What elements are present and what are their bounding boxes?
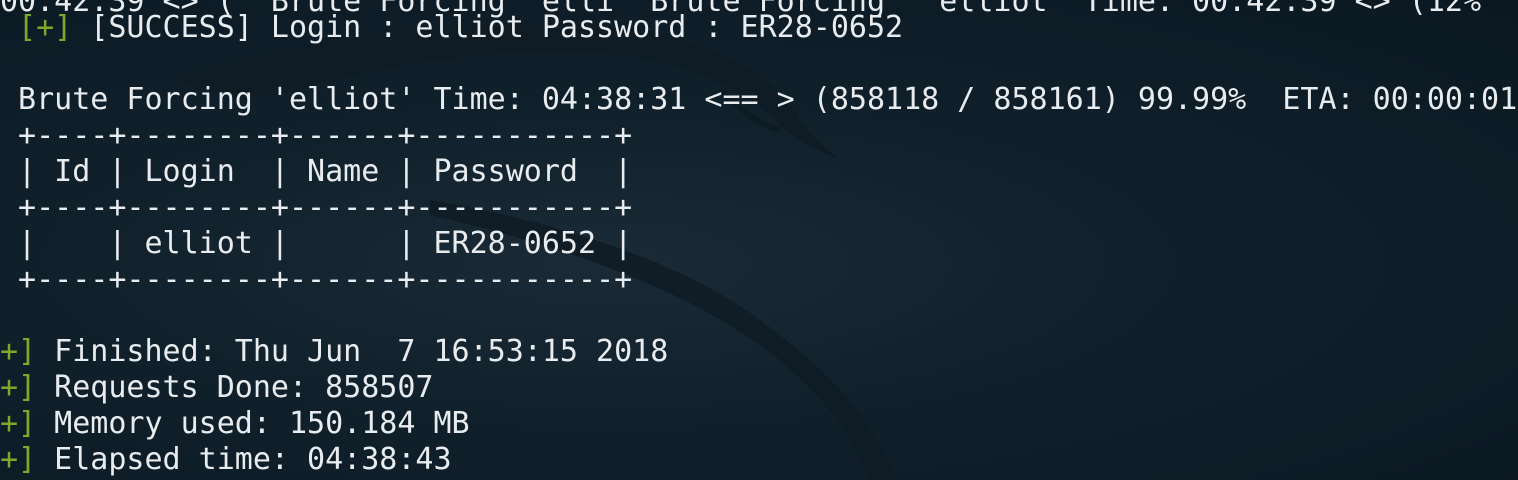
success-message: [SUCCESS] Login : elliot Password : ER28… — [72, 10, 904, 45]
finished-text: Finished: Thu Jun 7 16:53:15 2018 — [36, 334, 669, 369]
plus-marker: [+] — [0, 10, 73, 45]
memory-line: +] Memory used: 150.184 MB — [0, 406, 470, 442]
plus-marker: +] — [0, 370, 37, 405]
table-border-top: +----+--------+------+-----------+ — [0, 118, 633, 153]
table-border-mid: +----+--------+------+-----------+ — [0, 190, 633, 225]
plus-marker: +] — [0, 334, 37, 369]
plus-marker: +] — [0, 442, 37, 477]
table-header-row: | Id | Login | Name | Password | — [0, 154, 633, 189]
table-border-bottom: +----+--------+------+-----------+ — [0, 262, 633, 297]
finished-line: +] Finished: Thu Jun 7 16:53:15 2018 — [0, 334, 668, 370]
plus-marker: +] — [0, 406, 37, 441]
requests-line: +] Requests Done: 858507 — [0, 370, 433, 406]
elapsed-line: +] Elapsed time: 04:38:43 — [0, 442, 452, 478]
memory-text: Memory used: 150.184 MB — [36, 406, 470, 441]
brute-force-progress-line: Brute Forcing 'elliot' Time: 04:38:31 <=… — [0, 82, 1518, 117]
table-row: | | elliot | | ER28-0652 | — [0, 226, 633, 261]
success-line: [+] [SUCCESS] Login : elliot Password : … — [0, 10, 903, 46]
terminal-output: 00:42:39 <> ( Brute Forcing elli Brute F… — [0, 0, 1518, 480]
requests-text: Requests Done: 858507 — [36, 370, 434, 405]
elapsed-text: Elapsed time: 04:38:43 — [36, 442, 452, 477]
